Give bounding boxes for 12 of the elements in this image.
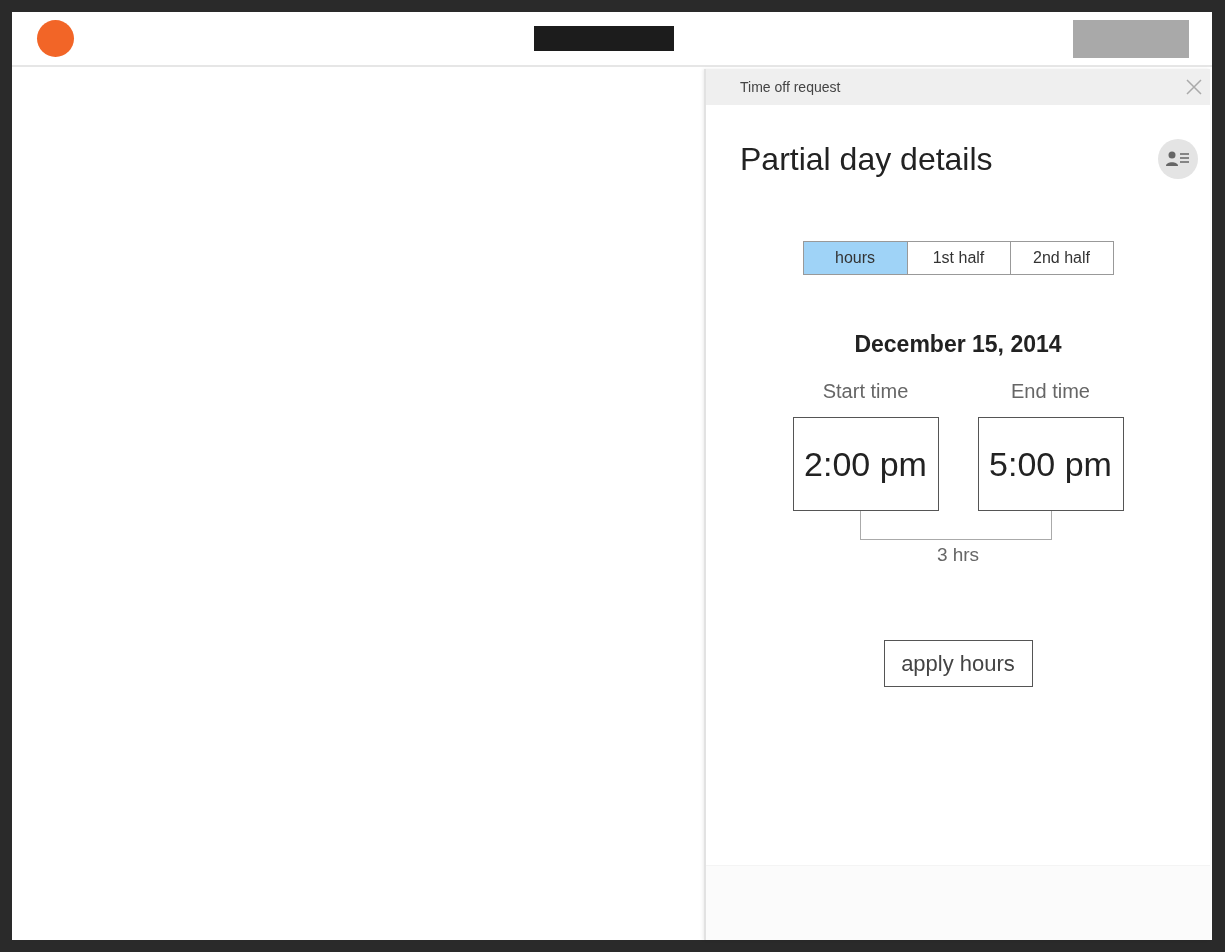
panel-title: Time off request (740, 79, 841, 95)
panel-heading: Partial day details (740, 140, 993, 178)
segment-tab[interactable]: hours (803, 242, 907, 274)
logo-icon (37, 20, 74, 57)
apply-hours-button[interactable]: apply hours (883, 640, 1033, 687)
time-label: Start time (822, 380, 909, 403)
date-label: December 15, 2014 (854, 331, 1062, 358)
time-label: End time (1011, 380, 1090, 403)
time-field[interactable]: 5:00 pm (977, 417, 1124, 511)
duration-label: 3 hrs (936, 544, 980, 566)
time-field[interactable]: 2:00 pm (792, 417, 939, 511)
contact-card-icon[interactable] (1158, 139, 1198, 179)
